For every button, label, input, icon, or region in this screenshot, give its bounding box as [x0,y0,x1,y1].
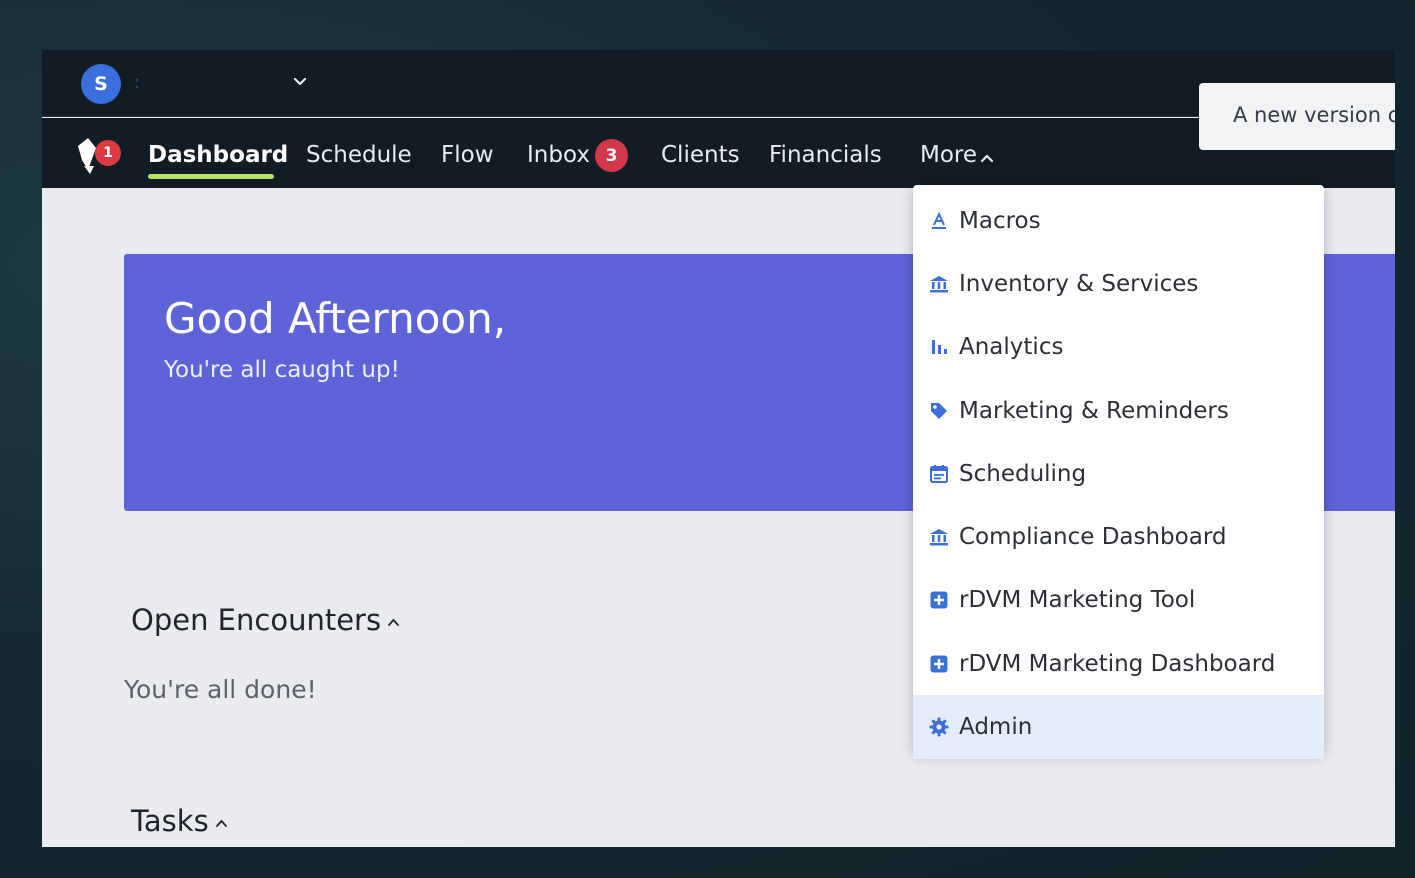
nav-more[interactable]: More [920,140,977,170]
section-title: Open Encounters [131,603,382,637]
nav-schedule[interactable]: Schedule [306,140,412,170]
account-name-separator: : [134,72,141,93]
nav-flow[interactable]: Flow [441,140,494,170]
chevron-up-icon[interactable] [979,151,995,165]
nav-dashboard[interactable]: Dashboard [148,140,288,170]
menu-item-label: Marketing & Reminders [959,397,1229,424]
menu-item-label: rDVM Marketing Tool [959,587,1196,614]
main-nav: 1 Dashboard Schedule Flow Inbox 3 Client… [42,118,1395,188]
tags-icon [931,402,947,419]
plus-square-icon [930,655,948,673]
nav-clients[interactable]: Clients [661,140,740,170]
gear-icon [929,717,949,737]
user-avatar[interactable]: S [81,64,121,104]
menu-item-marketing-reminders[interactable]: Marketing & Reminders [913,379,1324,442]
section-title: Tasks [131,804,209,838]
nav-financials[interactable]: Financials [769,140,882,170]
menu-item-inventory-services[interactable]: Inventory & Services [913,252,1324,315]
menu-item-label: rDVM Marketing Dashboard [959,650,1276,677]
menu-item-analytics[interactable]: Analytics [913,316,1324,379]
menu-item-rdvm-marketing-tool[interactable]: rDVM Marketing Tool [913,569,1324,632]
bank-icon [930,529,948,546]
app-window: S : 1 Dashboard Schedule Flow Inbox 3 Cl… [42,50,1395,847]
menu-item-rdvm-marketing-dashboard[interactable]: rDVM Marketing Dashboard [913,632,1324,695]
notification-badge: 1 [95,140,121,166]
macros-icon [932,211,946,229]
plus-square-icon [930,591,948,609]
inbox-count-badge: 3 [595,139,628,172]
nav-inbox[interactable]: Inbox [527,140,590,170]
empty-state-text: You're all done! [124,675,317,704]
menu-item-scheduling[interactable]: Scheduling [913,442,1324,505]
bank-icon [930,275,948,293]
menu-item-macros[interactable]: Macros [913,189,1324,252]
chevron-up-icon[interactable] [387,617,400,627]
tasks-heading[interactable]: Tasks [131,804,228,838]
menu-item-compliance-dashboard[interactable]: Compliance Dashboard [913,505,1324,568]
menu-item-label: Scheduling [959,460,1087,487]
greeting-subtitle: You're all caught up! [164,357,400,383]
menu-item-label: Macros [959,207,1041,234]
toast-text: A new version of [1233,103,1395,127]
chevron-up-icon[interactable] [215,818,228,828]
menu-item-label: Admin [959,714,1033,741]
menu-item-label: Analytics [959,334,1064,361]
menu-item-label: Compliance Dashboard [959,524,1227,551]
active-tab-indicator [148,174,274,179]
calendar-icon [930,464,948,483]
bar-chart-icon [932,340,947,355]
chevron-down-icon[interactable] [292,74,308,90]
greeting-title: Good Afternoon, [164,294,507,343]
menu-item-label: Inventory & Services [959,270,1199,297]
menu-item-admin[interactable]: Admin [913,695,1324,759]
open-encounters-heading[interactable]: Open Encounters [131,603,400,637]
update-notification-toast[interactable]: A new version of [1199,83,1395,150]
account-bar: S : [42,50,1395,117]
more-menu-dropdown: Macros Inventory & Services Analytics Ma… [913,185,1324,759]
